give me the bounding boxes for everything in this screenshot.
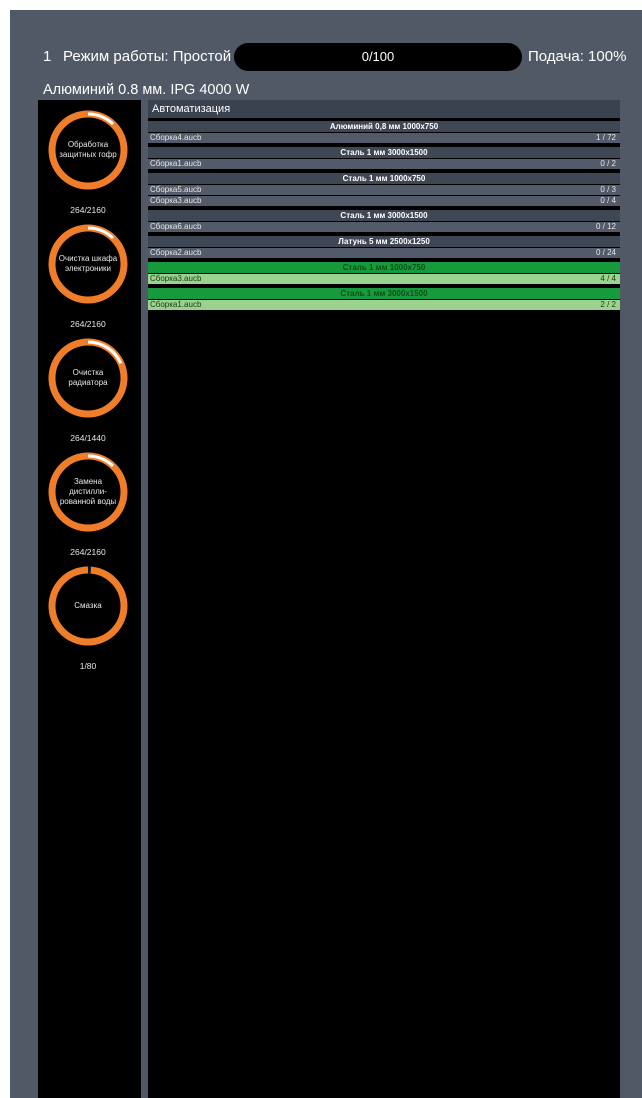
gauge-count: 264/2160 xyxy=(70,547,106,557)
job-file-name: Сборка1.aucb xyxy=(150,300,202,309)
gauge-label: Очистка шкафа электроники xyxy=(58,254,118,273)
feed-rate-label: Подача: 100% xyxy=(528,48,627,65)
job-row[interactable]: Сборка3.aucb 0 / 4 xyxy=(148,196,620,206)
job-row[interactable]: Сборка5.aucb 0 / 3 xyxy=(148,185,620,195)
automation-job-list: Алюминий 0,8 мм 1000x750 Сборка4.aucb 1 / … xyxy=(148,121,620,314)
job-group: Сталь 1 мм 1000x750 Сборка5.aucb 0 / 3 Сбор… xyxy=(148,173,620,206)
job-progress-bar: 0/100 xyxy=(234,43,522,71)
job-row[interactable]: Сборка1.aucb 2 / 2 xyxy=(148,300,620,310)
gauge-label: Очистка радиатора xyxy=(68,368,108,387)
work-mode-label: Режим работы: Простой xyxy=(63,48,232,65)
job-count: 0 / 4 xyxy=(600,196,616,205)
automation-title: Автоматизация xyxy=(148,100,620,118)
job-count: 0 / 3 xyxy=(600,185,616,194)
job-group: Алюминий 0,8 мм 1000x750 Сборка4.aucb 1 / … xyxy=(148,121,620,143)
job-file-name: Сборка3.aucb xyxy=(150,196,202,205)
gauge-count: 1/80 xyxy=(79,661,97,671)
job-row[interactable]: Сборка4.aucb 1 / 72 xyxy=(148,133,620,143)
job-file-name: Сборка2.aucb xyxy=(150,248,202,257)
job-file-name: Сборка6.aucb xyxy=(150,222,202,231)
gauge-count: 264/2160 xyxy=(70,319,106,329)
maintenance-panel: Обработка защитных гофр 264/2160 Очистка ш… xyxy=(38,100,141,1098)
job-count: 4 / 4 xyxy=(600,274,616,283)
gauge-label: Замена дистилли-рованной воды xyxy=(59,477,117,506)
job-group: Латунь 5 мм 2500x1250 Сборка2.aucb 0 / 24 xyxy=(148,236,620,258)
job-group: Сталь 1 мм 3000x1500 Сборка1.aucb 0 / 2 xyxy=(148,147,620,169)
job-group: Сталь 1 мм 1000x750 Сборка3.aucb 4 / 4 xyxy=(148,262,620,284)
maintenance-gauge[interactable]: Очистка радиатора 264/1440 xyxy=(46,336,130,443)
automation-panel: Автоматизация Алюминий 0,8 мм 1000x750 Сб… xyxy=(148,100,620,1098)
job-group-header[interactable]: Сталь 1 мм 3000x1500 xyxy=(148,288,620,299)
job-group: Сталь 1 мм 3000x1500 Сборка1.aucb 2 / 2 xyxy=(148,288,620,310)
job-group-header[interactable]: Сталь 1 мм 3000x1500 xyxy=(148,147,620,158)
job-row[interactable]: Сборка2.aucb 0 / 24 xyxy=(148,248,620,258)
job-count: 1 / 72 xyxy=(595,133,616,142)
job-group-header[interactable]: Сталь 1 мм 1000x750 xyxy=(148,262,620,273)
machine-number: 1 xyxy=(43,48,52,65)
gauge-count: 264/1440 xyxy=(70,433,106,443)
status-bar: 1 Режим работы: Простой 0/100 Подача: 10… xyxy=(10,43,642,73)
job-group-header[interactable]: Латунь 5 мм 2500x1250 xyxy=(148,236,620,247)
material-laser-info: Алюминий 0.8 мм. IPG 4000 W xyxy=(43,82,250,98)
maintenance-gauge[interactable]: Обработка защитных гофр 264/2160 xyxy=(46,108,130,215)
machine-screen: 1 Режим работы: Простой 0/100 Подача: 10… xyxy=(10,10,642,1098)
job-count: 0 / 2 xyxy=(600,159,616,168)
job-row[interactable]: Сборка6.aucb 0 / 12 xyxy=(148,222,620,232)
job-group-header[interactable]: Сталь 1 мм 3000x1500 xyxy=(148,210,620,221)
job-file-name: Сборка5.aucb xyxy=(150,185,202,194)
gauge-label: Обработка защитных гофр xyxy=(59,140,117,159)
job-file-name: Сборка4.aucb xyxy=(150,133,202,142)
job-progress-text: 0/100 xyxy=(361,49,395,64)
maintenance-gauge[interactable]: Замена дистилли-рованной воды 264/2160 xyxy=(46,450,130,557)
job-count: 0 / 24 xyxy=(595,248,616,257)
maintenance-gauge[interactable]: Очистка шкафа электроники 264/2160 xyxy=(46,222,130,329)
gauge-label: Смазка xyxy=(74,601,102,610)
job-row[interactable]: Сборка1.aucb 0 / 2 xyxy=(148,159,620,169)
job-group-header[interactable]: Сталь 1 мм 1000x750 xyxy=(148,173,620,184)
job-count: 0 / 12 xyxy=(595,222,616,231)
job-row[interactable]: Сборка3.aucb 4 / 4 xyxy=(148,274,620,284)
job-file-name: Сборка1.aucb xyxy=(150,159,202,168)
job-count: 2 / 2 xyxy=(600,300,616,309)
job-group: Сталь 1 мм 3000x1500 Сборка6.aucb 0 / 12 xyxy=(148,210,620,232)
job-file-name: Сборка3.aucb xyxy=(150,274,202,283)
maintenance-gauge[interactable]: Смазка 1/80 xyxy=(46,564,130,671)
gauge-count: 264/2160 xyxy=(70,205,106,215)
job-group-header[interactable]: Алюминий 0,8 мм 1000x750 xyxy=(148,121,620,132)
